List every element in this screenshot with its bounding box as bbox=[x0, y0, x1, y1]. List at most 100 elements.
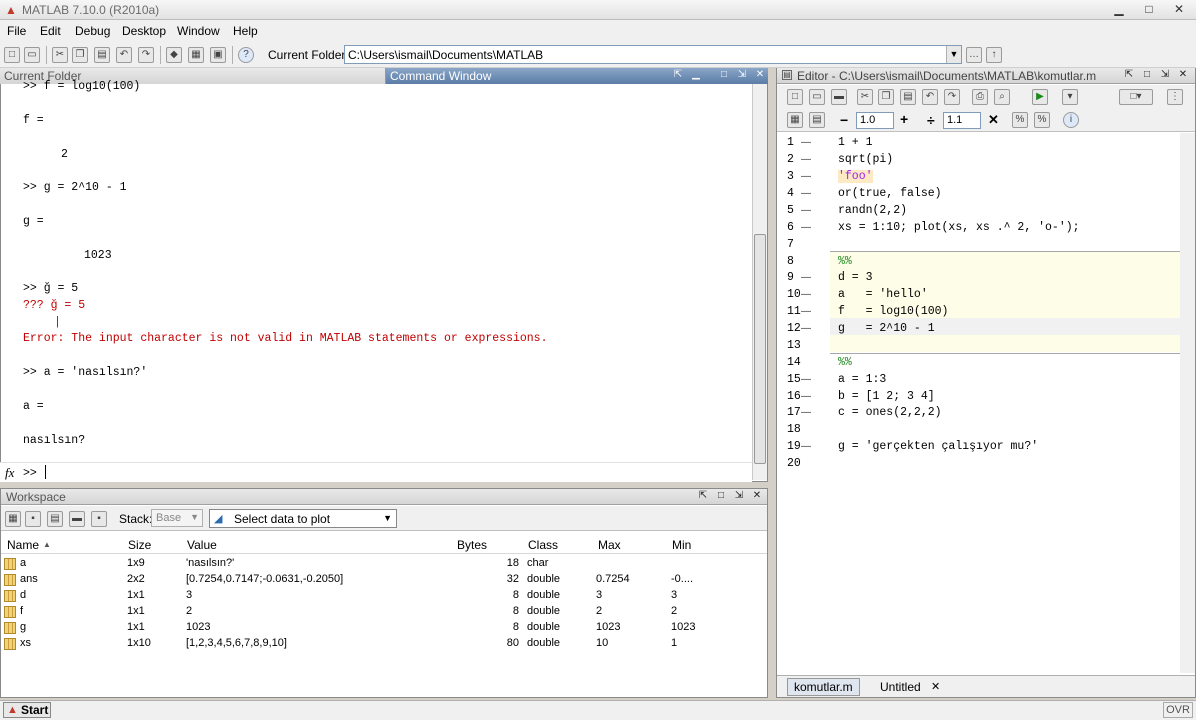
column-header-name[interactable]: Name bbox=[7, 538, 39, 552]
tab-command-window[interactable]: Command Window ⇱ ▁ □ ⇲ ✕ bbox=[386, 68, 768, 84]
command-window-scrollbar[interactable] bbox=[752, 84, 767, 480]
dock-icon[interactable]: ⇲ bbox=[1159, 69, 1171, 81]
code-line[interactable]: b = [1 2; 3 4] bbox=[838, 390, 935, 403]
copy-icon[interactable]: ❐ bbox=[72, 47, 88, 63]
menu-edit[interactable]: Edit bbox=[40, 24, 61, 38]
code-line[interactable]: 1 + 1 bbox=[838, 136, 873, 149]
close-button[interactable]: ✕ bbox=[1168, 1, 1190, 17]
save-icon[interactable]: ▬ bbox=[831, 89, 847, 105]
run-options-icon[interactable]: ▾ bbox=[1062, 89, 1078, 105]
maximize-panel-icon[interactable]: □ bbox=[1141, 69, 1153, 81]
column-header-size[interactable]: Size bbox=[128, 538, 151, 552]
code-line[interactable]: g = 2^10 - 1 bbox=[838, 322, 935, 335]
code-line[interactable]: c = ones(2,2,2) bbox=[838, 406, 942, 419]
maximize-panel-icon[interactable]: □ bbox=[718, 69, 730, 81]
cell-tool-icon[interactable]: % bbox=[1034, 112, 1050, 128]
save-icon[interactable]: ▬ bbox=[69, 511, 85, 527]
fx-icon[interactable]: fx bbox=[5, 465, 14, 481]
table-row[interactable]: xs 1x10 [1,2,3,4,5,6,7,8,9,10] 80 double… bbox=[1, 636, 767, 652]
minimize-panel-icon[interactable]: ▁ bbox=[690, 69, 702, 81]
menu-window[interactable]: Window bbox=[177, 24, 220, 38]
undock-icon[interactable]: ⇱ bbox=[672, 69, 684, 81]
multiply-icon[interactable]: ✕ bbox=[988, 112, 999, 128]
editor-scrollbar[interactable] bbox=[1180, 133, 1195, 673]
copy-icon[interactable]: ❐ bbox=[878, 89, 894, 105]
code-line[interactable]: a = 'hello' bbox=[838, 288, 928, 301]
guide-icon[interactable]: ▦ bbox=[188, 47, 204, 63]
paste-icon[interactable]: ▤ bbox=[900, 89, 916, 105]
plot-select[interactable]: ◢ Select data to plot ▼ bbox=[209, 509, 397, 528]
redo-icon[interactable]: ↷ bbox=[944, 89, 960, 105]
cell-mode-icon[interactable]: ▦ bbox=[787, 112, 803, 128]
table-row[interactable]: g 1x1 1023 8 double 1023 1023 bbox=[1, 620, 767, 636]
column-header-min[interactable]: Min bbox=[672, 538, 691, 552]
undock-icon[interactable]: ⇱ bbox=[697, 490, 709, 502]
increment-icon[interactable]: + bbox=[900, 111, 908, 127]
cell-size-input-a[interactable]: 1.0 bbox=[856, 112, 894, 129]
close-panel-icon[interactable]: ✕ bbox=[751, 490, 763, 502]
new-file-icon[interactable]: □ bbox=[787, 89, 803, 105]
close-tab-icon[interactable]: ✕ bbox=[931, 680, 940, 693]
close-panel-icon[interactable]: ✕ bbox=[754, 69, 766, 81]
command-prompt-line[interactable]: fx >> bbox=[0, 462, 752, 482]
help-icon[interactable]: ? bbox=[238, 47, 254, 63]
up-folder-icon[interactable]: ↑ bbox=[986, 47, 1002, 63]
browse-folder-icon[interactable]: … bbox=[966, 47, 982, 63]
more-icon[interactable]: ⋮ bbox=[1167, 89, 1183, 105]
code-line[interactable]: g = 'gerçekten çalışıyor mu?' bbox=[838, 440, 1038, 453]
menu-debug[interactable]: Debug bbox=[75, 24, 110, 38]
stack-select[interactable]: Base ▼ bbox=[151, 509, 203, 527]
minimize-button[interactable]: ▁ bbox=[1108, 1, 1130, 17]
cell-size-input-b[interactable]: 1.1 bbox=[943, 112, 981, 129]
maximize-button[interactable]: □ bbox=[1138, 1, 1160, 17]
code-line[interactable]: randn(2,2) bbox=[838, 204, 907, 217]
undo-icon[interactable]: ↶ bbox=[922, 89, 938, 105]
cell-tool-icon[interactable]: % bbox=[1012, 112, 1028, 128]
column-header-bytes[interactable]: Bytes bbox=[457, 538, 487, 552]
tab-komutlar[interactable]: komutlar.m bbox=[787, 678, 860, 696]
scrollbar-thumb[interactable] bbox=[754, 234, 766, 464]
menu-help[interactable]: Help bbox=[233, 24, 258, 38]
column-header-value[interactable]: Value bbox=[187, 538, 217, 552]
cell-eval-icon[interactable]: ▤ bbox=[809, 112, 825, 128]
open-folder-icon[interactable]: ▭ bbox=[24, 47, 40, 63]
cell-marker[interactable]: %% bbox=[838, 356, 852, 369]
column-header-max[interactable]: Max bbox=[598, 538, 621, 552]
cut-icon[interactable]: ✂ bbox=[52, 47, 68, 63]
code-line[interactable]: a = 1:3 bbox=[838, 373, 886, 386]
paste-icon[interactable]: ▤ bbox=[94, 47, 110, 63]
tab-untitled[interactable]: Untitled bbox=[873, 678, 928, 696]
delete-icon[interactable]: ▪ bbox=[91, 511, 107, 527]
code-line[interactable]: d = 3 bbox=[838, 271, 873, 284]
undock-icon[interactable]: ⇱ bbox=[1123, 69, 1135, 81]
maximize-panel-icon[interactable]: □ bbox=[715, 490, 727, 502]
menu-file[interactable]: File bbox=[7, 24, 26, 38]
run-icon[interactable]: ▶ bbox=[1032, 89, 1048, 105]
divide-icon[interactable]: ÷ bbox=[927, 112, 935, 128]
code-line[interactable]: f = log10(100) bbox=[838, 305, 948, 318]
column-header-class[interactable]: Class bbox=[528, 538, 558, 552]
layout-icon[interactable]: □▾ bbox=[1119, 89, 1153, 105]
new-variable-icon[interactable]: ▦ bbox=[5, 511, 21, 527]
cut-icon[interactable]: ✂ bbox=[857, 89, 873, 105]
undo-icon[interactable]: ↶ bbox=[116, 47, 132, 63]
find-icon[interactable]: ⌕ bbox=[994, 89, 1010, 105]
open-variable-icon[interactable]: ▪ bbox=[25, 511, 41, 527]
table-row[interactable]: d 1x1 3 8 double 3 3 bbox=[1, 588, 767, 604]
import-data-icon[interactable]: ▤ bbox=[47, 511, 63, 527]
print-icon[interactable]: ⎙ bbox=[972, 89, 988, 105]
simulink-icon[interactable]: ◆ bbox=[166, 47, 182, 63]
cell-marker[interactable]: %% bbox=[838, 255, 852, 268]
code-line[interactable]: or(true, false) bbox=[838, 187, 942, 200]
dock-icon[interactable]: ⇲ bbox=[733, 490, 745, 502]
code-line[interactable]: sqrt(pi) bbox=[838, 153, 893, 166]
table-row[interactable]: ans 2x2 [0.7254,0.7147;-0.0631,-0.2050] … bbox=[1, 572, 767, 588]
close-panel-icon[interactable]: ✕ bbox=[1177, 69, 1189, 81]
decrement-icon[interactable]: − bbox=[840, 112, 848, 128]
profiler-icon[interactable]: ▣ bbox=[210, 47, 226, 63]
info-icon[interactable]: i bbox=[1063, 112, 1079, 128]
open-folder-icon[interactable]: ▭ bbox=[809, 89, 825, 105]
table-row[interactable]: a 1x9 'nasılsın?' 18 char bbox=[1, 556, 767, 572]
redo-icon[interactable]: ↷ bbox=[138, 47, 154, 63]
code-line[interactable]: 'foo' bbox=[838, 170, 873, 183]
